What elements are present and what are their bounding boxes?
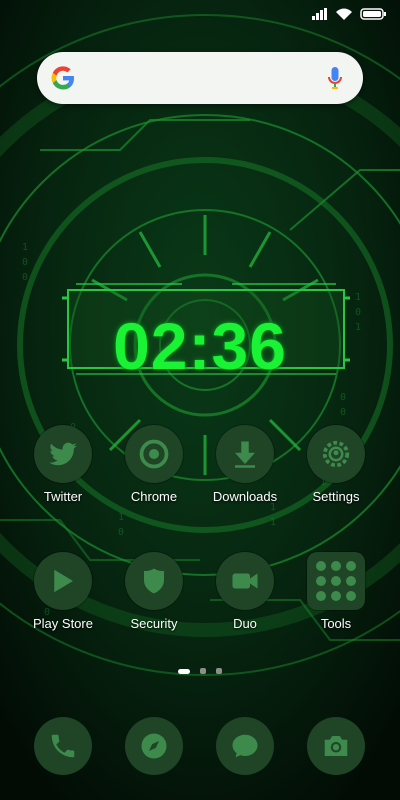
folder-icon xyxy=(307,552,365,610)
svg-text:1: 1 xyxy=(118,512,124,523)
app-label: Tools xyxy=(320,616,352,631)
battery-icon xyxy=(360,8,386,20)
page-dot[interactable] xyxy=(216,668,222,674)
app-security[interactable]: Security xyxy=(111,552,197,632)
dock-phone[interactable] xyxy=(34,717,92,775)
download-icon xyxy=(216,425,274,483)
chrome-icon xyxy=(125,425,183,483)
app-label: Downloads xyxy=(212,489,278,504)
wallpaper: 100 01 101 01 10 11 00 10 xyxy=(0,0,400,800)
app-label: Duo xyxy=(233,616,257,631)
play-store-icon xyxy=(34,552,92,610)
dock-camera[interactable] xyxy=(307,717,365,775)
app-settings[interactable]: Settings xyxy=(293,425,379,505)
page-indicator[interactable] xyxy=(0,668,400,674)
dock-messages[interactable] xyxy=(216,717,274,775)
microphone-icon[interactable] xyxy=(327,66,343,90)
app-downloads[interactable]: Downloads xyxy=(202,425,288,505)
app-duo[interactable]: Duo xyxy=(202,552,288,632)
dock-browser[interactable] xyxy=(125,717,183,775)
svg-text:1: 1 xyxy=(355,292,361,303)
app-label: Play Store xyxy=(33,616,93,631)
shield-icon xyxy=(125,552,183,610)
wifi-icon xyxy=(336,8,352,20)
compass-icon xyxy=(141,733,167,759)
gear-icon xyxy=(307,425,365,483)
app-play-store[interactable]: Play Store xyxy=(20,552,106,632)
svg-text:0: 0 xyxy=(340,392,346,403)
app-label: Twitter xyxy=(43,489,83,504)
app-label: Chrome xyxy=(130,489,178,504)
svg-text:0: 0 xyxy=(340,407,346,418)
signal-icon xyxy=(312,8,327,20)
svg-text:0: 0 xyxy=(118,527,124,538)
camera-icon xyxy=(324,736,348,756)
status-bar xyxy=(312,6,386,22)
svg-text:0: 0 xyxy=(22,272,28,283)
folder-tools[interactable]: Tools xyxy=(293,552,379,632)
page-dot[interactable] xyxy=(200,668,206,674)
twitter-icon xyxy=(34,425,92,483)
svg-text:0: 0 xyxy=(22,257,28,268)
app-chrome[interactable]: Chrome xyxy=(111,425,197,505)
svg-text:1: 1 xyxy=(22,242,28,253)
page-dot-active[interactable] xyxy=(178,668,190,674)
phone-icon xyxy=(51,734,75,758)
svg-text:1: 1 xyxy=(270,517,276,528)
google-logo-icon xyxy=(51,66,74,90)
app-twitter[interactable]: Twitter xyxy=(20,425,106,505)
google-search-bar[interactable] xyxy=(37,52,363,104)
video-camera-icon xyxy=(216,552,274,610)
message-icon xyxy=(232,734,258,758)
clock-time[interactable]: 02:36 xyxy=(0,308,400,384)
app-label: Settings xyxy=(312,489,360,504)
app-label: Security xyxy=(130,616,178,631)
